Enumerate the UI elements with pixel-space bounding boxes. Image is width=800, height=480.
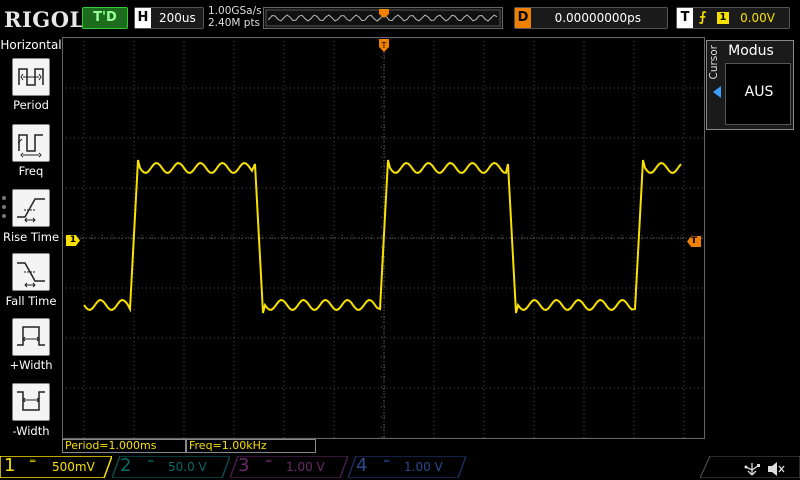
positive-width-icon[interactable] bbox=[12, 318, 50, 356]
sample-rate: 1.00GSa/s bbox=[208, 5, 262, 17]
dc-coupling-icon: ═ bbox=[384, 457, 390, 467]
dc-coupling-icon: ═ bbox=[30, 457, 36, 467]
channel1-number: 1 bbox=[4, 455, 16, 476]
menu-title: Horizontal bbox=[0, 38, 62, 52]
channel3-scale: 1.00 V bbox=[286, 460, 325, 474]
delay-value: 0.00000000ps bbox=[554, 11, 641, 25]
menu-item-fall-time[interactable]: Fall Time bbox=[0, 294, 62, 308]
svg-text:T: T bbox=[381, 41, 387, 50]
channel2-scale: 50.0 V bbox=[168, 460, 207, 474]
negative-width-icon[interactable] bbox=[12, 383, 50, 421]
brand-logo: RIGOL bbox=[4, 7, 85, 32]
fall-time-icon[interactable] bbox=[12, 253, 50, 291]
rise-time-icon[interactable] bbox=[12, 189, 50, 227]
channel4-box[interactable]: 4 ═ 1.00 V bbox=[348, 455, 466, 478]
cursor-mode-panel[interactable]: Modus Cursor AUS bbox=[706, 40, 794, 130]
timebase-value: 200us bbox=[159, 11, 196, 25]
cursor-mode-value: AUS bbox=[744, 84, 774, 100]
menu-item-positive-width[interactable]: +Width bbox=[0, 358, 62, 372]
channel4-number: 4 bbox=[356, 455, 368, 476]
menu-item-freq[interactable]: Freq bbox=[0, 164, 62, 178]
rising-edge-icon: ⨍ bbox=[699, 10, 707, 25]
channel1-box[interactable]: 1 ═ 500mV bbox=[0, 455, 112, 478]
run-status-badge[interactable]: T'D bbox=[82, 7, 128, 29]
measurement-freq: Freq=1.00kHz bbox=[186, 439, 316, 453]
delay-tag: D bbox=[515, 8, 531, 28]
memory-depth: 2.40M pts bbox=[208, 17, 261, 29]
bottom-right-status bbox=[700, 456, 800, 478]
trigger-box[interactable]: T ⨍ 1 0.00V bbox=[676, 7, 790, 29]
measurement-period: Period=1.000ms bbox=[62, 439, 186, 453]
horizontal-timebase-box[interactable]: H 200us bbox=[134, 7, 204, 29]
channel3-box[interactable]: 3 ═ 1.00 V bbox=[230, 455, 348, 478]
menu-item-period[interactable]: Period bbox=[0, 98, 62, 112]
cursor-mode-selector[interactable]: AUS bbox=[713, 63, 791, 125]
menu-item-negative-width[interactable]: -Width bbox=[0, 424, 62, 438]
period-icon[interactable] bbox=[12, 58, 50, 96]
menu-page-indicator bbox=[2, 196, 6, 223]
channel1-scale: 500mV bbox=[52, 460, 95, 474]
trigger-tag: T bbox=[677, 8, 693, 28]
selector-arrow-icon bbox=[713, 86, 721, 98]
delay-box[interactable]: D 0.00000000ps bbox=[514, 7, 668, 29]
dc-coupling-icon: ═ bbox=[266, 457, 272, 467]
frequency-icon[interactable] bbox=[12, 124, 50, 162]
trigger-source-badge: 1 bbox=[717, 12, 729, 24]
waveform-display[interactable]: T bbox=[62, 37, 705, 439]
trigger-level: 0.00V bbox=[740, 11, 775, 25]
memory-overview-bar[interactable] bbox=[263, 7, 503, 29]
dc-coupling-icon: ═ bbox=[148, 457, 154, 467]
channel2-number: 2 bbox=[120, 455, 132, 476]
channel2-box[interactable]: 2 ═ 50.0 V bbox=[112, 455, 230, 478]
cursor-menu-label: Cursor bbox=[708, 45, 720, 80]
horizontal-tag: H bbox=[135, 8, 151, 28]
channel3-number: 3 bbox=[238, 455, 250, 476]
channel4-scale: 1.00 V bbox=[404, 460, 443, 474]
menu-item-rise-time[interactable]: Rise Time bbox=[0, 230, 62, 244]
